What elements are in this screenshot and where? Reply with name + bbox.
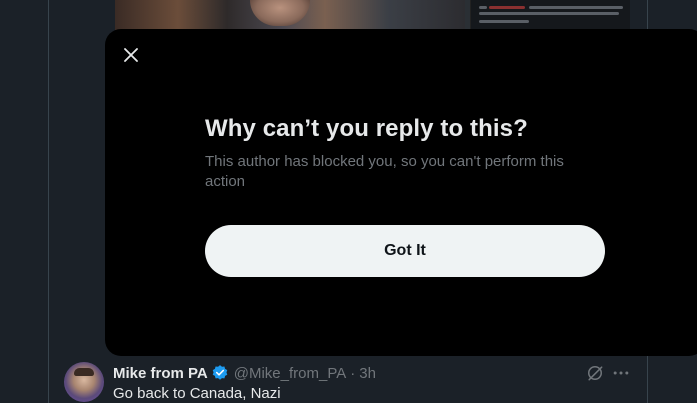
avatar[interactable] xyxy=(64,362,104,402)
media-card-line xyxy=(479,12,619,15)
reply-text: Go back to Canada, Nazi xyxy=(113,385,281,402)
verified-badge-icon xyxy=(212,365,228,380)
timestamp[interactable]: 3h xyxy=(359,365,376,382)
media-screenshot-card xyxy=(470,0,630,30)
close-icon xyxy=(124,48,138,62)
got-it-button[interactable]: Got It xyxy=(205,225,605,277)
media-photo xyxy=(115,0,465,30)
media-card-line xyxy=(489,6,525,9)
more-options-icon[interactable] xyxy=(611,363,631,383)
media-photo-face xyxy=(250,0,310,26)
dialog-title: Why can’t you reply to this? xyxy=(205,115,528,142)
media-card-line xyxy=(479,6,487,9)
grok-icon[interactable] xyxy=(585,363,605,383)
column-divider-left xyxy=(48,0,49,403)
user-handle[interactable]: @Mike_from_PA xyxy=(234,365,346,382)
media-card-line xyxy=(529,6,623,9)
tweet-media-strip[interactable] xyxy=(115,0,630,30)
blocked-reply-dialog: Why can’t you reply to this? This author… xyxy=(105,29,697,356)
close-button[interactable] xyxy=(115,39,147,71)
media-card-line xyxy=(479,20,529,23)
reply-header: Mike from PA @Mike_from_PA · 3h xyxy=(113,363,376,383)
dialog-description: This author has blocked you, so you can'… xyxy=(205,153,564,190)
display-name[interactable]: Mike from PA xyxy=(113,365,208,382)
timeline-background: Why can’t you reply to this? This author… xyxy=(0,0,697,403)
separator-dot: · xyxy=(350,364,356,382)
